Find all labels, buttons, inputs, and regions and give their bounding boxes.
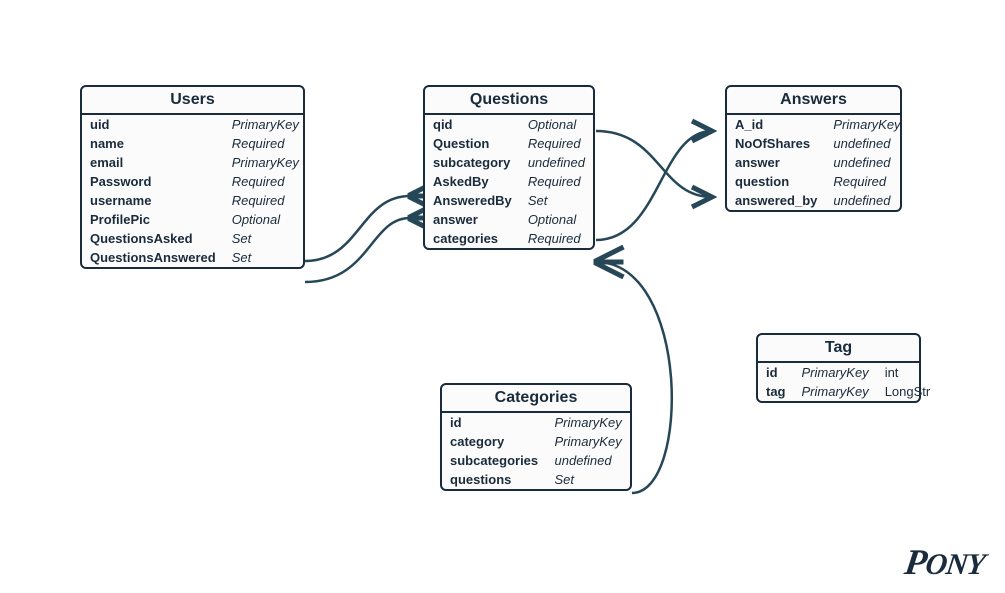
logo-text-rest: ONY <box>924 548 987 581</box>
entity-users[interactable]: Users uidPrimaryKeynameRequiredemailPrim… <box>80 85 305 269</box>
entity-tag[interactable]: Tag idPrimaryKeyinttagPrimaryKeyLongStr <box>756 333 921 403</box>
attribute-mod: Required <box>825 172 908 191</box>
attribute-name: id <box>758 363 794 382</box>
attribute-mod: PrimaryKey <box>224 153 307 172</box>
attribute-name: subcategories <box>442 451 547 470</box>
attribute-row: A_idPrimaryKey <box>727 115 909 134</box>
attribute-row: qidOptional <box>425 115 593 134</box>
attribute-name: questions <box>442 470 547 489</box>
attribute-mod: PrimaryKey <box>547 432 630 451</box>
attribute-name: subcategory <box>425 153 520 172</box>
attribute-name: A_id <box>727 115 825 134</box>
attribute-row: answered_byundefined <box>727 191 909 210</box>
attribute-name: id <box>442 413 547 432</box>
attribute-name: tag <box>758 382 794 401</box>
entity-categories[interactable]: Categories idPrimaryKeycategoryPrimaryKe… <box>440 383 632 491</box>
attribute-typ: LongStr <box>877 382 939 401</box>
attribute-mod: Optional <box>224 210 307 229</box>
attribute-row: PasswordRequired <box>82 172 307 191</box>
attribute-row: emailPrimaryKey <box>82 153 307 172</box>
attribute-row: usernameRequired <box>82 191 307 210</box>
attribute-name: Password <box>82 172 224 191</box>
attribute-mod: Set <box>520 191 593 210</box>
attribute-name: question <box>727 172 825 191</box>
entity-questions[interactable]: Questions qidOptionalQuestionRequiredsub… <box>423 85 595 250</box>
attribute-mod: Set <box>547 470 630 489</box>
attribute-row: nameRequired <box>82 134 307 153</box>
attribute-row: questionsSet <box>442 470 630 489</box>
attribute-mod: Required <box>224 134 307 153</box>
attribute-mod: Required <box>224 191 307 210</box>
attribute-mod: undefined <box>825 153 908 172</box>
attribute-name: ProfilePic <box>82 210 224 229</box>
attribute-name: name <box>82 134 224 153</box>
attribute-row: AskedByRequired <box>425 172 593 191</box>
attribute-name: categories <box>425 229 520 248</box>
attribute-mod: undefined <box>520 153 593 172</box>
attribute-row: answerOptional <box>425 210 593 229</box>
attribute-mod: Set <box>224 229 307 248</box>
attribute-name: email <box>82 153 224 172</box>
attribute-name: AskedBy <box>425 172 520 191</box>
attribute-row: QuestionsAskedSet <box>82 229 307 248</box>
attribute-name: QuestionsAnswered <box>82 248 224 267</box>
attribute-name: QuestionsAsked <box>82 229 224 248</box>
attribute-mod: undefined <box>825 134 908 153</box>
attribute-name: answer <box>727 153 825 172</box>
attribute-name: Question <box>425 134 520 153</box>
attribute-name: category <box>442 432 547 451</box>
diagram-canvas: Users uidPrimaryKeynameRequiredemailPrim… <box>0 0 1005 593</box>
entity-title: Users <box>82 87 303 115</box>
attribute-row: categoryPrimaryKey <box>442 432 630 451</box>
attribute-name: answered_by <box>727 191 825 210</box>
attribute-row: subcategoriesundefined <box>442 451 630 470</box>
entity-title: Tag <box>758 335 919 363</box>
attribute-mod: Required <box>520 229 593 248</box>
attribute-mod: undefined <box>825 191 908 210</box>
attribute-mod: Optional <box>520 210 593 229</box>
attribute-mod: Required <box>520 134 593 153</box>
entity-answers[interactable]: Answers A_idPrimaryKeyNoOfSharesundefine… <box>725 85 902 212</box>
attribute-row: uidPrimaryKey <box>82 115 307 134</box>
attribute-row: QuestionsAnsweredSet <box>82 248 307 267</box>
attribute-row: idPrimaryKey <box>442 413 630 432</box>
attribute-row: subcategoryundefined <box>425 153 593 172</box>
attribute-mod: Required <box>224 172 307 191</box>
entity-title: Questions <box>425 87 593 115</box>
attribute-mod: Required <box>520 172 593 191</box>
attribute-row: ProfilePicOptional <box>82 210 307 229</box>
attribute-row: answerundefined <box>727 153 909 172</box>
attribute-name: username <box>82 191 224 210</box>
attribute-mod: PrimaryKey <box>547 413 630 432</box>
attribute-row: QuestionRequired <box>425 134 593 153</box>
attribute-mod: undefined <box>547 451 630 470</box>
entity-title: Answers <box>727 87 900 115</box>
attribute-mod: Optional <box>520 115 593 134</box>
attribute-typ: int <box>877 363 939 382</box>
attribute-name: answer <box>425 210 520 229</box>
attribute-mod: PrimaryKey <box>794 363 877 382</box>
attribute-row: idPrimaryKeyint <box>758 363 938 382</box>
attribute-name: qid <box>425 115 520 134</box>
attribute-mod: Set <box>224 248 307 267</box>
attribute-row: tagPrimaryKeyLongStr <box>758 382 938 401</box>
pony-logo: PONY <box>902 541 988 583</box>
attribute-mod: PrimaryKey <box>224 115 307 134</box>
attribute-name: uid <box>82 115 224 134</box>
attribute-row: NoOfSharesundefined <box>727 134 909 153</box>
attribute-row: AnsweredBySet <box>425 191 593 210</box>
entity-title: Categories <box>442 385 630 413</box>
attribute-name: AnsweredBy <box>425 191 520 210</box>
attribute-name: NoOfShares <box>727 134 825 153</box>
attribute-mod: PrimaryKey <box>825 115 908 134</box>
attribute-row: questionRequired <box>727 172 909 191</box>
attribute-mod: PrimaryKey <box>794 382 877 401</box>
attribute-row: categoriesRequired <box>425 229 593 248</box>
